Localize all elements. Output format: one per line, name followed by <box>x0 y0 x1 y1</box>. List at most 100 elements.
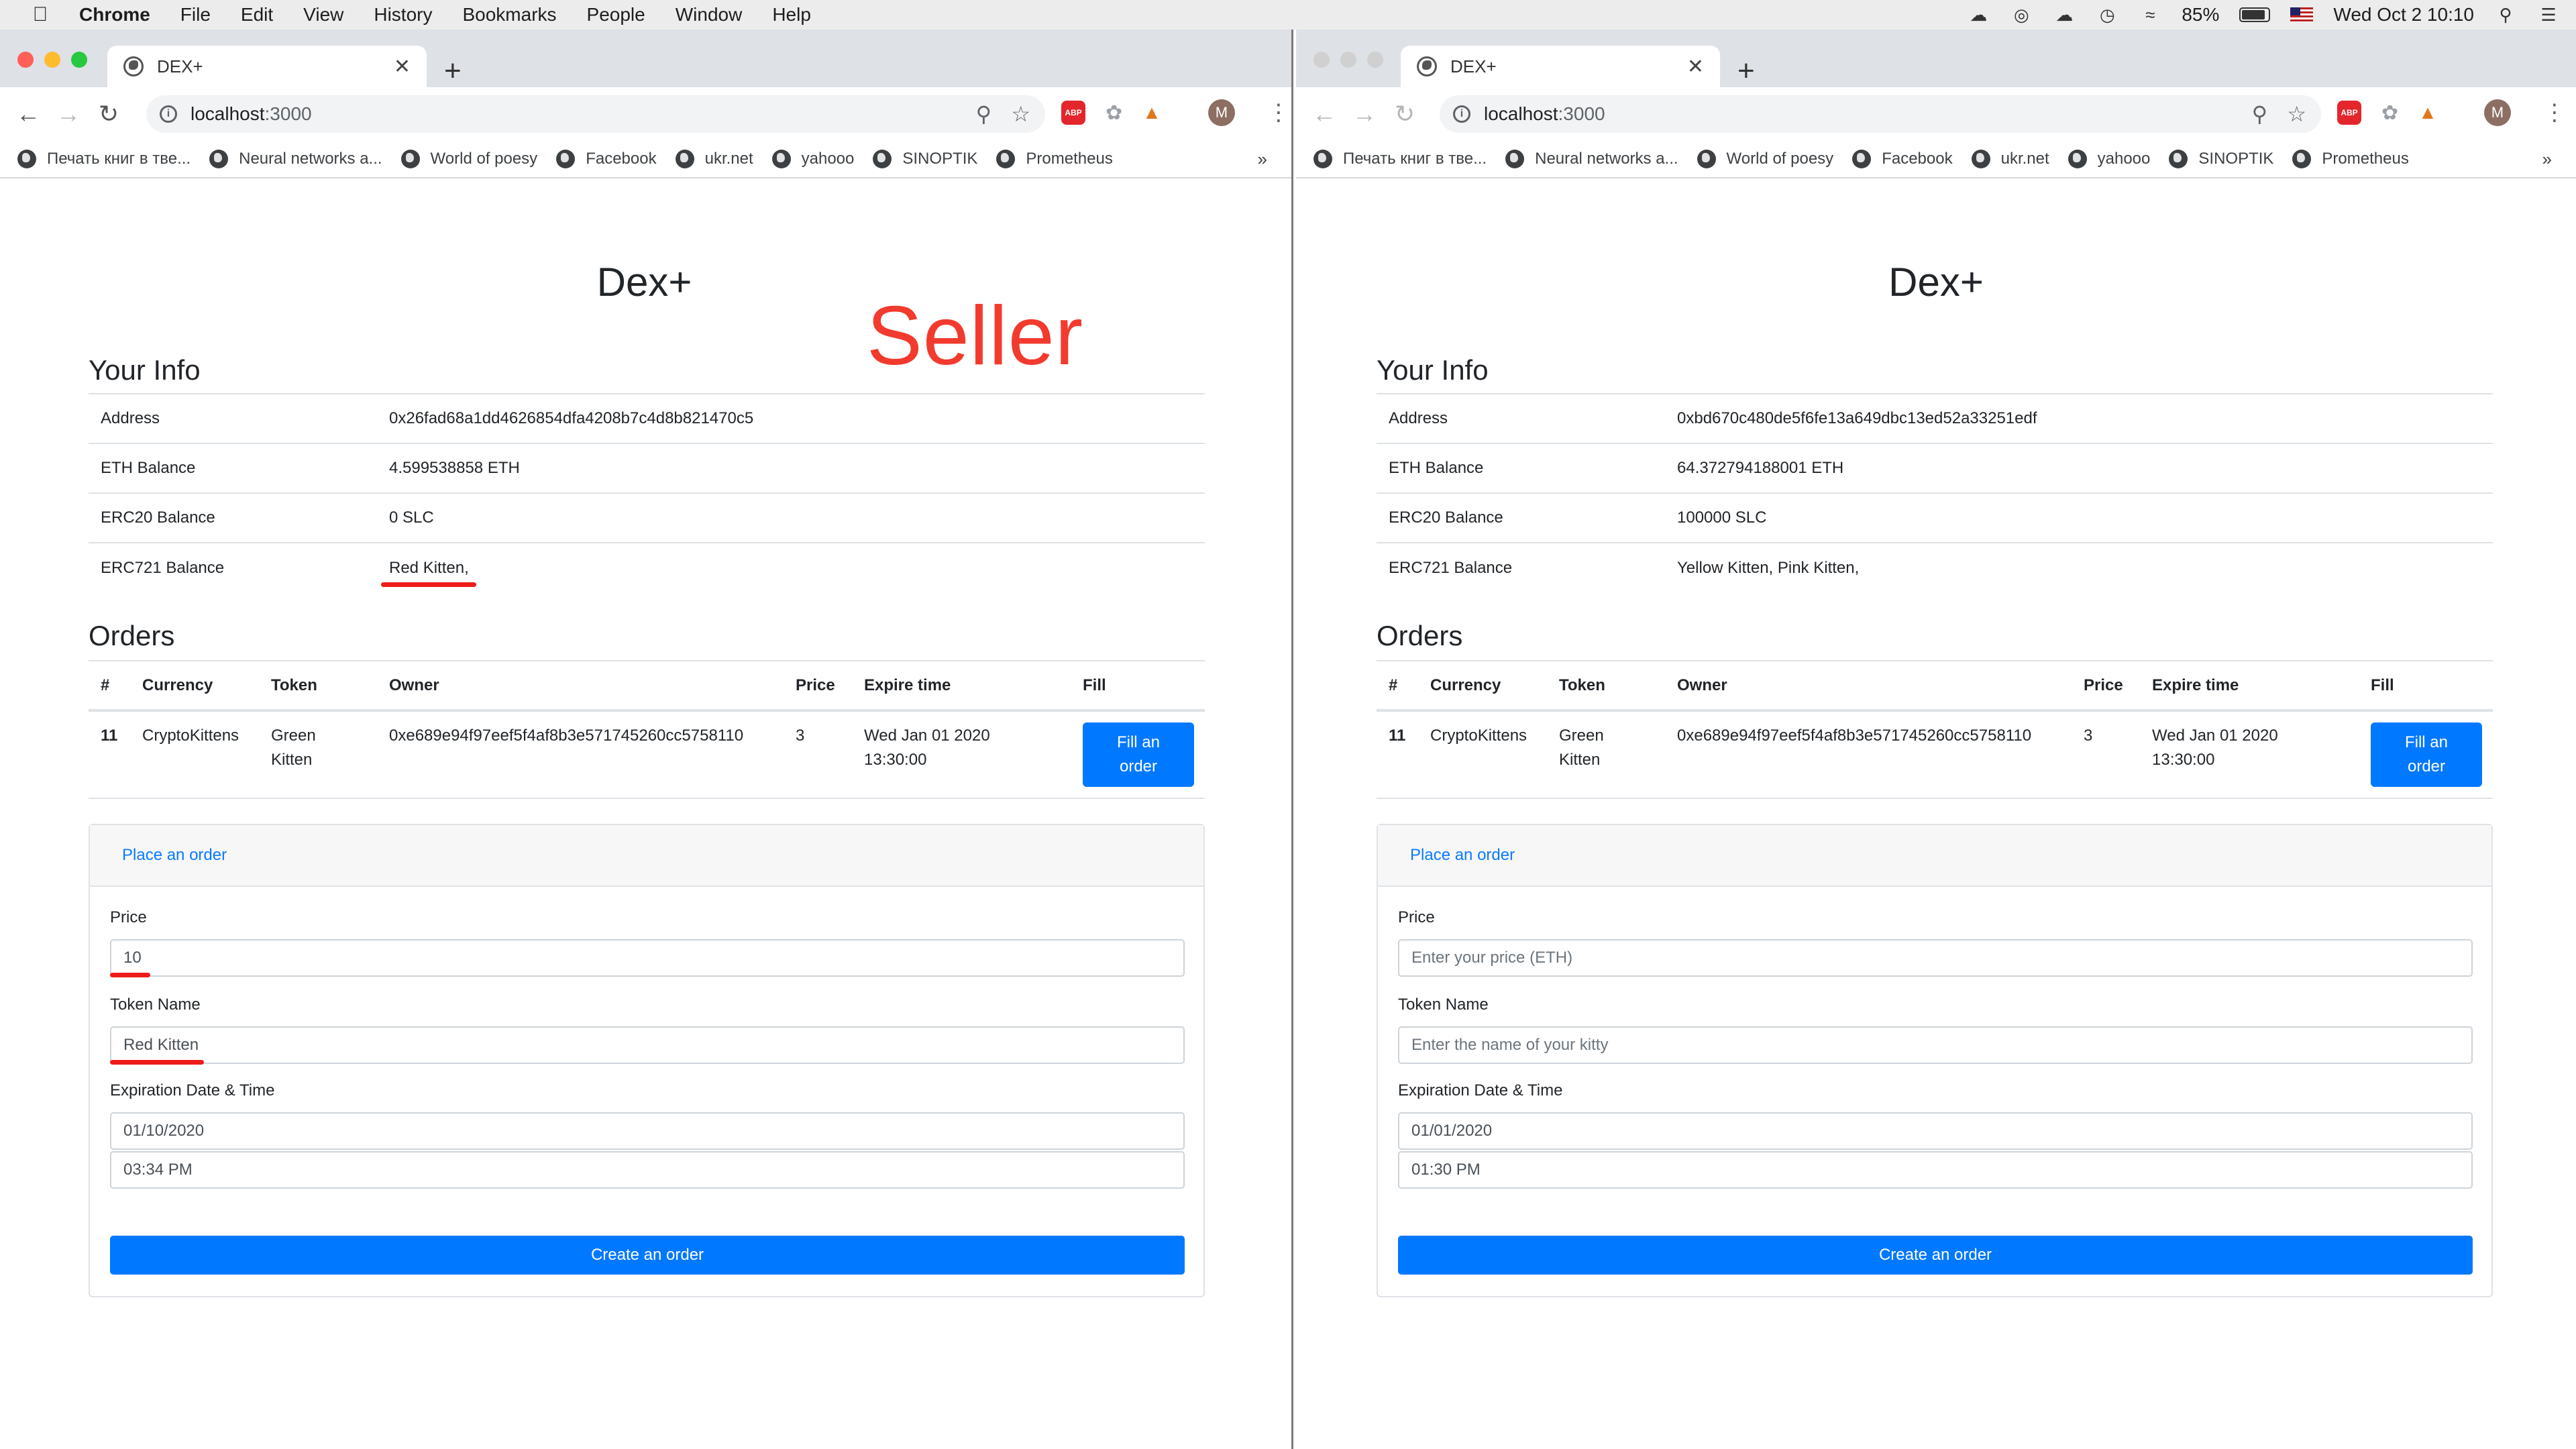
bookmark-item[interactable]: Печать книг в тве... <box>17 150 191 168</box>
creative-cloud-icon[interactable]: ◎ <box>2010 5 2033 25</box>
minimize-window-icon[interactable] <box>44 52 60 68</box>
site-info-icon[interactable]: i <box>1453 105 1470 123</box>
chrome-menu-icon[interactable]: ⋮ <box>1267 99 1290 126</box>
status-app-icon[interactable]: ☁ <box>1967 5 1990 25</box>
tab-title: DEX+ <box>1450 56 1497 76</box>
bookmark-item[interactable]: World of poesy <box>400 150 537 168</box>
price-input[interactable]: 10 <box>110 939 1185 977</box>
zoom-window-icon[interactable] <box>71 52 87 68</box>
bookmark-item[interactable]: yahooo <box>2068 150 2150 168</box>
menu-history[interactable]: History <box>374 4 432 25</box>
bookmark-label: ukr.net <box>2000 150 2049 168</box>
bookmark-item[interactable]: ukr.net <box>675 150 753 168</box>
notification-center-icon[interactable]: ☰ <box>2537 5 2560 25</box>
col-header-currency: Currency <box>1418 660 1547 712</box>
create-order-button[interactable]: Create an order <box>1398 1236 2473 1275</box>
bookmark-item[interactable]: Prometheus <box>996 150 1113 168</box>
bookmark-item[interactable]: SINOPTIK <box>873 150 977 168</box>
globe-icon <box>2068 150 2087 168</box>
cloud-icon[interactable]: ☁ <box>2053 5 2076 25</box>
fill-order-button[interactable]: Fill an order <box>1083 722 1194 787</box>
menubar-clock[interactable]: Wed Oct 2 10:10 <box>2333 4 2474 25</box>
expiration-time-input[interactable]: 01:30 PM <box>1398 1151 2473 1189</box>
address-bar[interactable]: i localhost:3000 ⚲ ☆ <box>146 95 1045 133</box>
close-tab-icon[interactable]: ✕ <box>394 55 411 78</box>
reload-icon[interactable]: ↻ <box>1385 94 1425 134</box>
token-name-input[interactable]: Red Kitten <box>110 1026 1185 1064</box>
battery-icon[interactable] <box>2239 7 2271 22</box>
input-source-flag-icon[interactable] <box>2290 7 2314 22</box>
metamask-fox-icon[interactable]: ▲ <box>2418 102 2437 123</box>
price-input[interactable]: Enter your price (ETH) <box>1398 939 2473 977</box>
menu-app-name[interactable]: Chrome <box>79 4 150 25</box>
bookmark-item[interactable]: ukr.net <box>1971 150 2049 168</box>
create-order-button[interactable]: Create an order <box>110 1236 1185 1275</box>
address-bar[interactable]: i localhost:3000 ⚲ ☆ <box>1440 95 2321 133</box>
url-port: :3000 <box>264 103 312 124</box>
more-bookmarks-chevron-icon[interactable]: » <box>1258 149 1267 170</box>
menu-window[interactable]: Window <box>676 4 743 25</box>
close-window-icon[interactable] <box>1313 52 1330 68</box>
adblock-plus-icon[interactable]: ABP <box>1061 101 1085 125</box>
bookmark-item[interactable]: yahooo <box>771 150 854 168</box>
expiration-date-input[interactable]: 01/01/2020 <box>1398 1112 2473 1150</box>
token-name-input[interactable]: Enter the name of your kitty <box>1398 1026 2473 1064</box>
metamask-fox-icon[interactable]: ▲ <box>1142 102 1161 123</box>
bookmark-item[interactable]: World of poesy <box>1697 150 1833 168</box>
place-order-tab[interactable]: Place an order <box>1378 825 2491 887</box>
bookmark-item[interactable]: Prometheus <box>2292 150 2409 168</box>
menu-people[interactable]: People <box>587 4 645 25</box>
new-tab-icon[interactable]: + <box>444 56 462 86</box>
close-tab-icon[interactable]: ✕ <box>1687 55 1704 78</box>
forward-arrow-icon[interactable]: → <box>48 94 89 134</box>
menu-file[interactable]: File <box>180 4 211 25</box>
bookmark-item[interactable]: Facebook <box>556 150 657 168</box>
paw-extension-icon[interactable]: ✿ <box>1106 101 1122 125</box>
expiration-time-input[interactable]: 03:34 PM <box>110 1151 1185 1189</box>
zoom-window-icon[interactable] <box>1367 52 1383 68</box>
bookmark-item[interactable]: Facebook <box>1852 150 1953 168</box>
site-info-icon[interactable]: i <box>160 105 177 123</box>
bookmark-item[interactable]: Neural networks a... <box>209 150 382 168</box>
bookmark-item[interactable]: Печать книг в тве... <box>1313 150 1487 168</box>
info-key: ERC721 Balance <box>89 542 377 592</box>
zoom-icon[interactable]: ⚲ <box>2252 101 2267 127</box>
chrome-menu-icon[interactable]: ⋮ <box>2543 99 2566 126</box>
more-bookmarks-chevron-icon[interactable]: » <box>2542 149 2552 170</box>
time-machine-icon[interactable]: ◷ <box>2096 5 2118 25</box>
forward-arrow-icon[interactable]: → <box>1344 94 1385 134</box>
paw-extension-icon[interactable]: ✿ <box>2381 101 2398 125</box>
battery-percent[interactable]: 85% <box>2182 4 2219 25</box>
menu-edit[interactable]: Edit <box>241 4 273 25</box>
menu-bookmarks[interactable]: Bookmarks <box>462 4 556 25</box>
back-arrow-icon[interactable]: ← <box>1304 94 1344 134</box>
bookmark-label: Neural networks a... <box>239 150 382 168</box>
wifi-icon[interactable]: ≈ <box>2139 5 2161 25</box>
new-tab-icon[interactable]: + <box>1737 56 1755 86</box>
minimize-window-icon[interactable] <box>1340 52 1356 68</box>
adblock-plus-icon[interactable]: ABP <box>2337 101 2361 125</box>
bookmark-star-icon[interactable]: ☆ <box>1011 101 1030 127</box>
apple-menu-icon[interactable]:  <box>25 0 55 30</box>
bookmark-item[interactable]: SINOPTIK <box>2169 150 2273 168</box>
close-window-icon[interactable] <box>17 52 34 68</box>
bookmark-item[interactable]: Neural networks a... <box>1505 150 1678 168</box>
back-arrow-icon[interactable]: ← <box>8 94 48 134</box>
fill-order-button[interactable]: Fill an order <box>2371 722 2482 787</box>
fill-label-1: Fill an <box>1116 733 1161 751</box>
browser-tab-dex[interactable]: DEX+ ✕ <box>107 46 427 87</box>
zoom-icon[interactable]: ⚲ <box>976 101 991 127</box>
expiration-date-input[interactable]: 01/10/2020 <box>110 1112 1185 1150</box>
table-row: ERC20 Balance 0 SLC <box>89 492 1205 543</box>
browser-tab-dex[interactable]: DEX+ ✕ <box>1401 46 1720 87</box>
profile-avatar[interactable]: M <box>1208 99 1235 126</box>
spotlight-search-icon[interactable]: ⚲ <box>2494 5 2517 25</box>
reload-icon[interactable]: ↻ <box>89 94 129 134</box>
menu-view[interactable]: View <box>303 4 343 25</box>
menu-help[interactable]: Help <box>772 4 811 25</box>
info-key: Address <box>89 393 377 443</box>
browser-toolbar: ← → ↻ i localhost:3000 ⚲ ☆ ABP ✿ ▲ M ⋮ <box>1296 87 2576 141</box>
bookmark-star-icon[interactable]: ☆ <box>2287 101 2306 127</box>
profile-avatar[interactable]: M <box>2483 99 2511 126</box>
place-order-tab[interactable]: Place an order <box>90 825 1203 887</box>
